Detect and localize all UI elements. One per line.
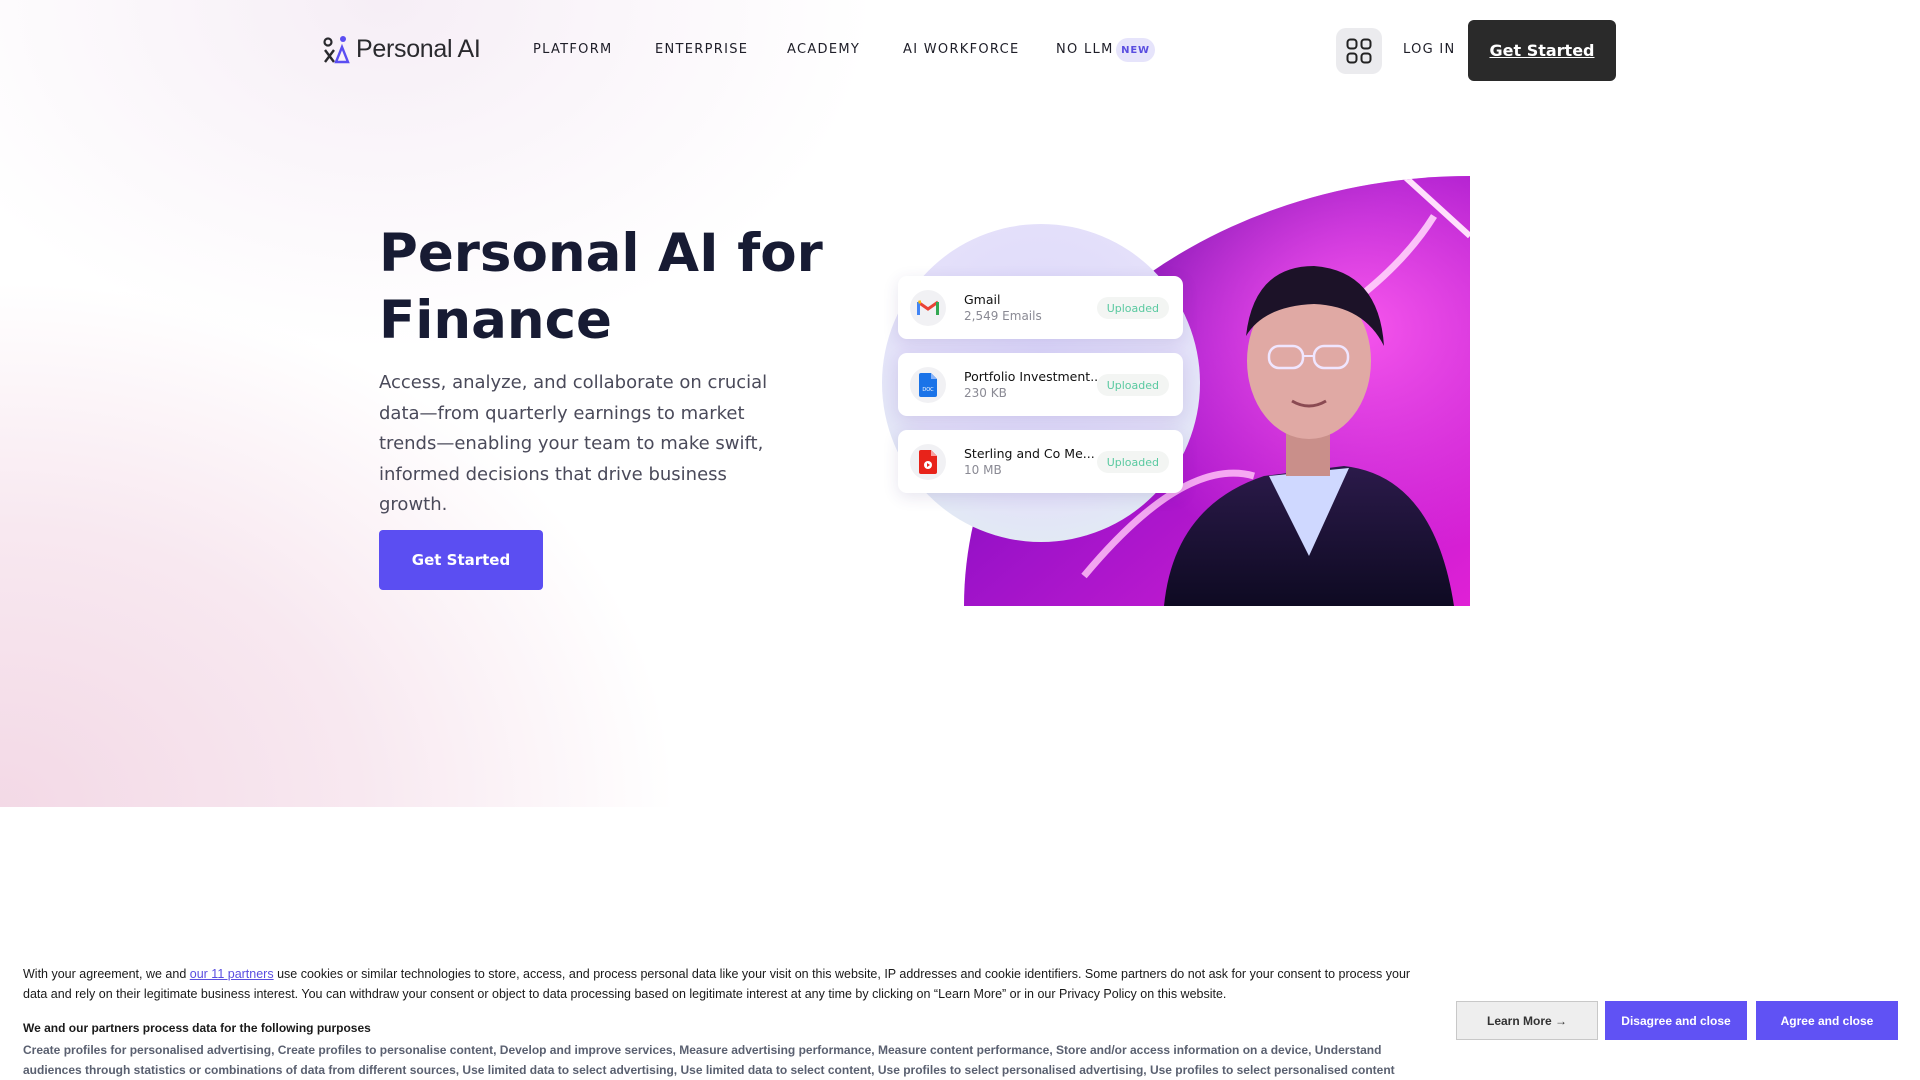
upload-card[interactable]: Gmail 2,549 Emails Uploaded [898,276,1183,339]
upload-card[interactable]: DOC Portfolio Investment... 230 KB Uploa… [898,353,1183,416]
nav-get-started-button[interactable]: Get Started [1468,20,1616,81]
nav-item-enterprise[interactable]: ENTERPRISE [655,42,748,57]
new-badge: NEW [1116,38,1155,62]
consent-text: With your agreement, we and our 11 partn… [23,964,1413,1004]
upload-card[interactable]: Sterling and Co Me... 10 MB Uploaded [898,430,1183,493]
svg-text:DOC: DOC [922,387,934,393]
doc-icon: DOC [910,367,946,403]
purposes-list: Create profiles for personalised adverti… [23,1043,1395,1077]
upload-card-name: Gmail [964,292,1001,307]
nav-item-platform[interactable]: PLATFORM [533,42,613,57]
media-icon [910,444,946,480]
top-navigation: Personal AI PLATFORM ENTERPRISE ACADEMY … [0,0,1920,100]
disagree-button[interactable]: Disagree and close [1605,1001,1747,1040]
agree-button[interactable]: Agree and close [1756,1001,1898,1040]
login-link[interactable]: LOG IN [1403,42,1456,57]
upload-card-size: 2,549 Emails [964,309,1042,323]
upload-card-name: Portfolio Investment... [964,369,1103,384]
hero-visual: Gmail 2,549 Emails Uploaded DOC Portfoli… [852,176,1470,636]
learn-more-button[interactable]: Learn More → [1456,1001,1598,1040]
hero-title: Personal AI for Finance [379,220,839,354]
hero-get-started-button[interactable]: Get Started [379,530,543,590]
partners-link[interactable]: our 11 partners [190,967,274,981]
consent-text-intro: With your agreement, we and [23,967,190,981]
upload-card-name: Sterling and Co Me... [964,446,1095,461]
nav-item-ai-workforce[interactable]: AI WORKFORCE [903,42,1020,57]
gmail-icon [910,290,946,326]
uploaded-badge: Uploaded [1096,451,1169,473]
uploaded-badge: Uploaded [1096,297,1169,319]
logo-text: Personal AI [356,34,481,63]
upload-card-size: 10 MB [964,463,1002,477]
upload-card-size: 230 KB [964,386,1007,400]
nav-item-academy[interactable]: ACADEMY [787,42,860,57]
uploaded-badge: Uploaded [1096,374,1169,396]
logo[interactable]: Personal AI [322,34,481,64]
hero-title-line-1: Personal AI for [379,223,823,284]
purposes-title: We and our partners process data for the… [23,1021,371,1035]
hero-description: Access, analyze, and collaborate on cruc… [379,372,768,515]
apps-grid-button[interactable] [1336,28,1382,74]
grid-icon [1346,38,1372,64]
nav-item-no-llm[interactable]: NO LLM [1056,42,1114,57]
hero-title-line-2: Finance [379,290,612,351]
logo-mark-icon [323,36,350,64]
